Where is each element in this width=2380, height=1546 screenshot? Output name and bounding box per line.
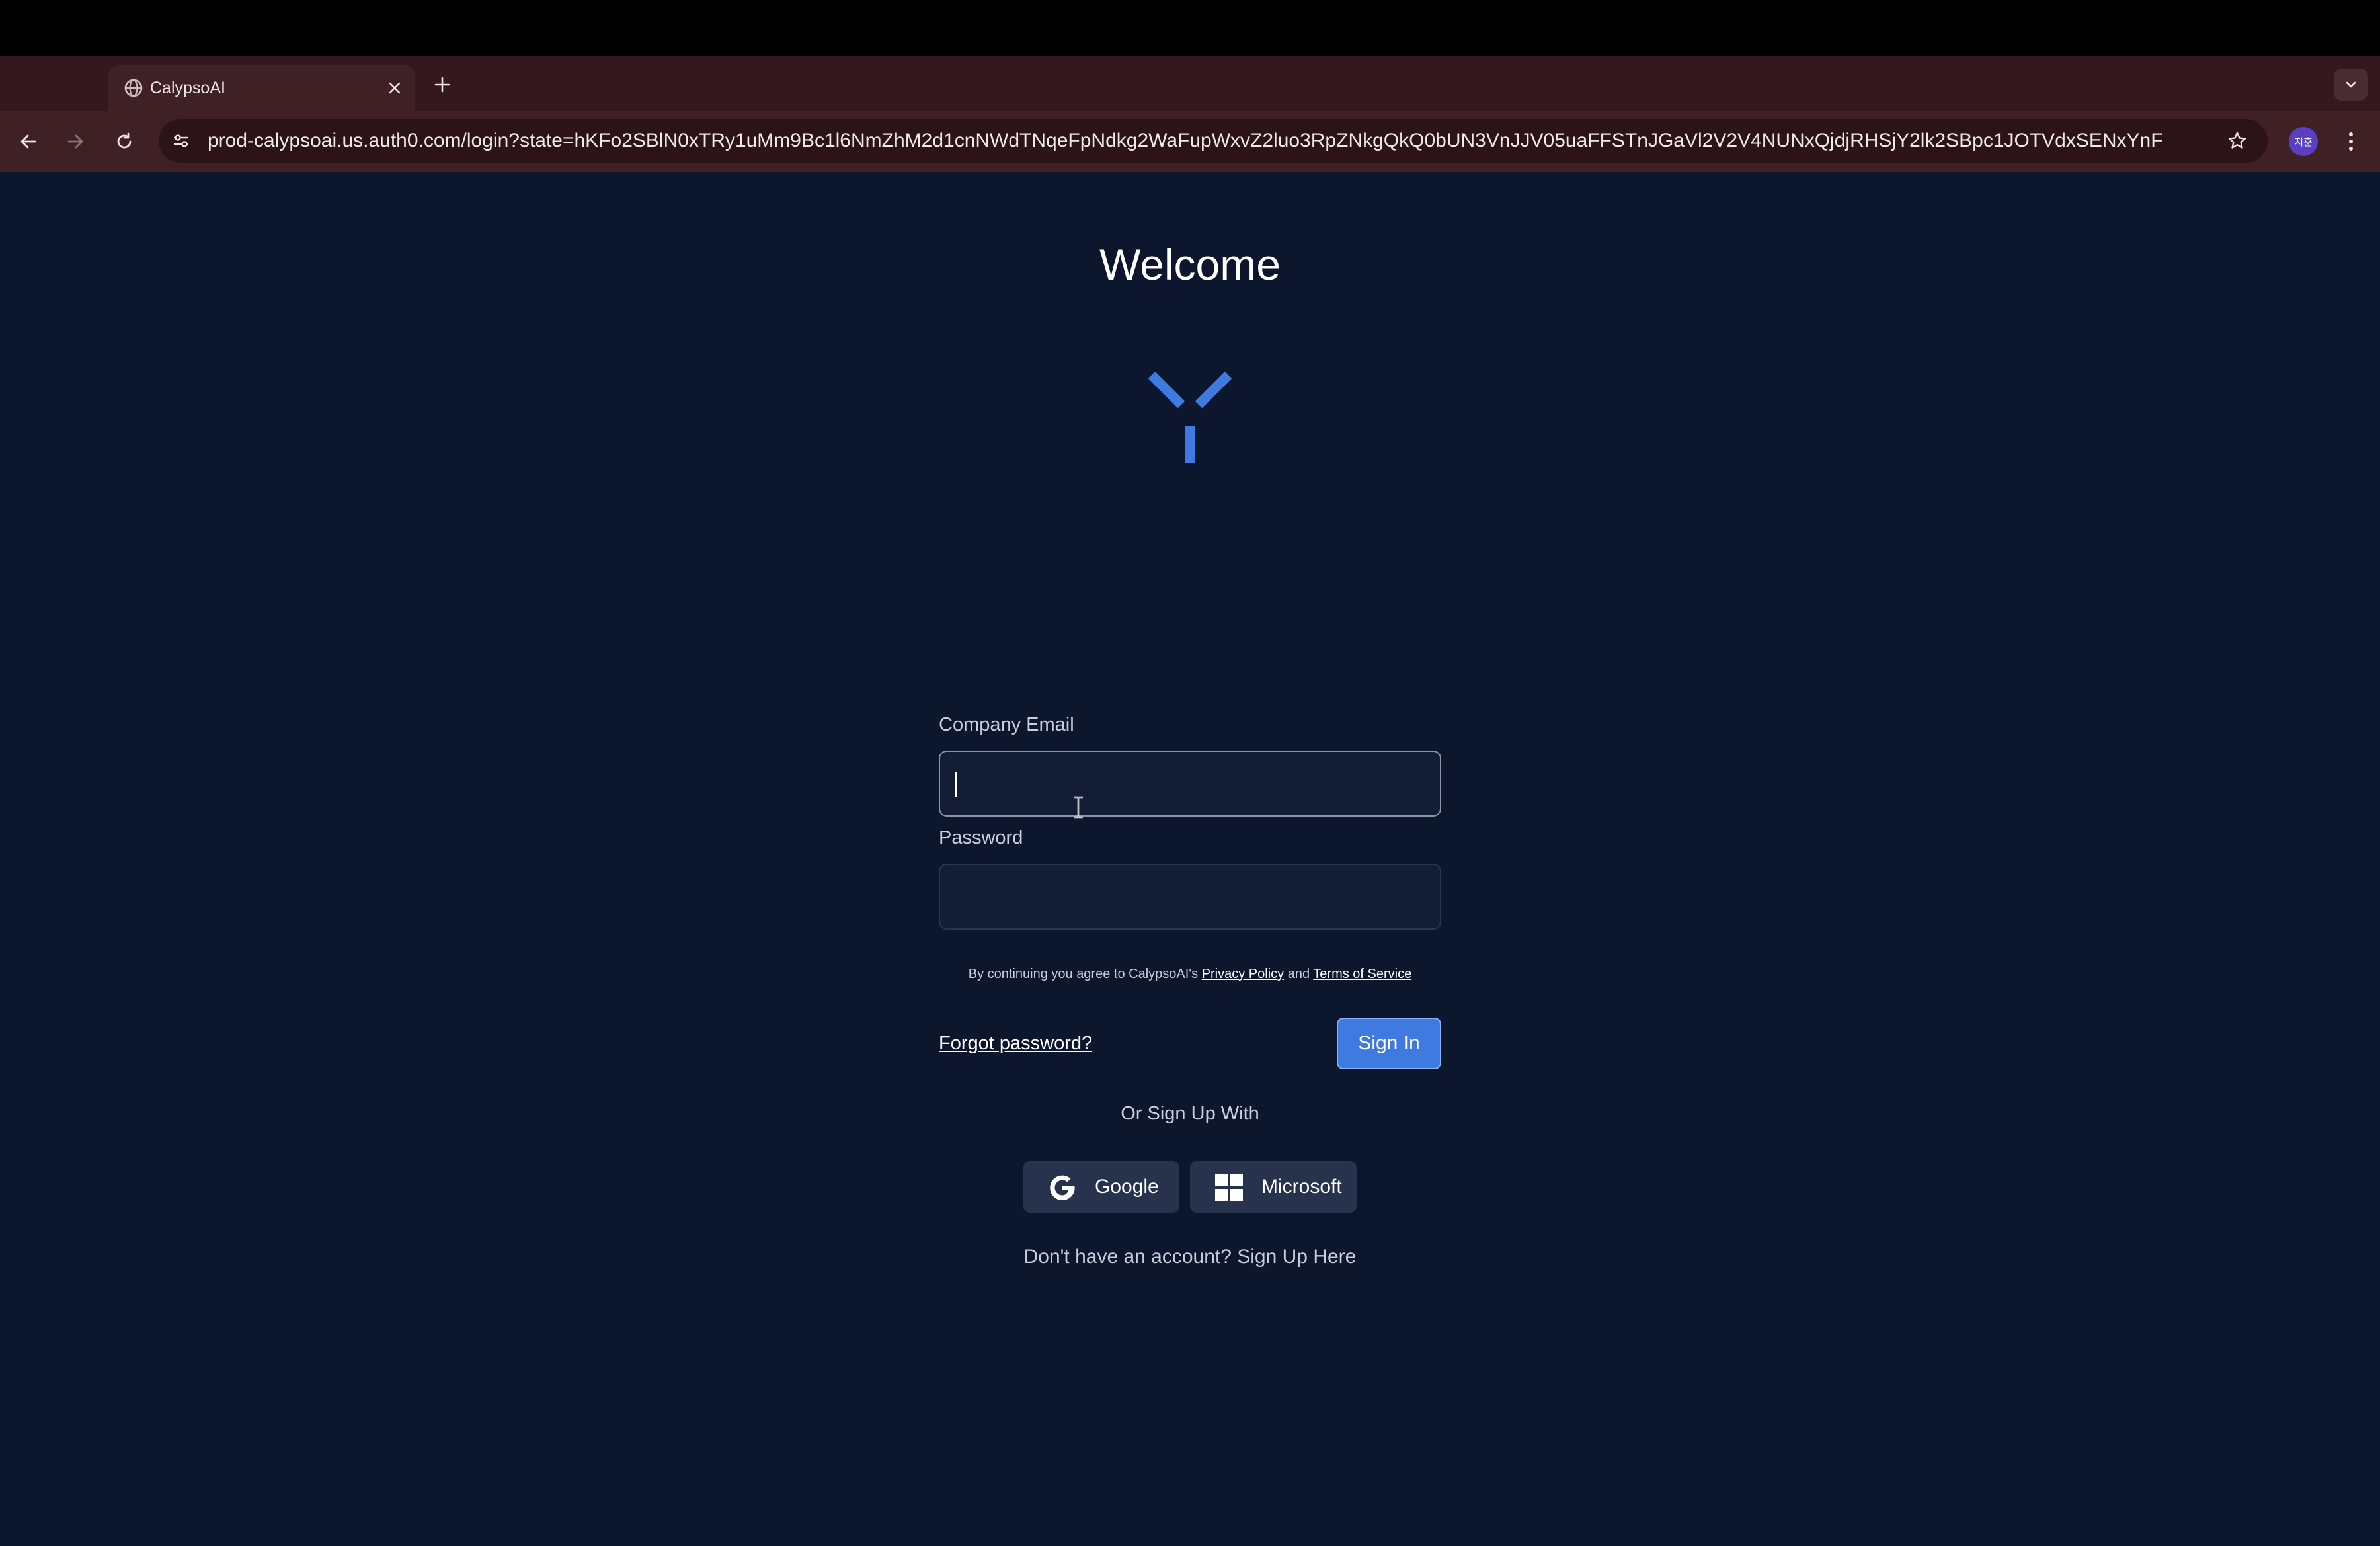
microsoft-sign-up-button[interactable]: Microsoft: [1190, 1161, 1357, 1213]
window-top-bar: [0, 0, 2380, 56]
legal-prefix: By continuing you agree to CalypsoAI's: [968, 967, 1199, 981]
sign-in-button[interactable]: Sign In: [1337, 1018, 1441, 1069]
password-field[interactable]: [939, 864, 1441, 930]
bookmark-star-icon[interactable]: [2223, 126, 2252, 155]
google-label: Google: [1095, 1176, 1159, 1198]
google-sign-up-button[interactable]: Google: [1023, 1161, 1179, 1213]
tab-title: CalypsoAI: [150, 79, 225, 97]
text-caret: [955, 772, 957, 797]
sign-up-link[interactable]: Don't have an account? Sign Up Here: [0, 1246, 2380, 1268]
google-icon: [1050, 1175, 1075, 1201]
sign-up-divider-text: Or Sign Up With: [1121, 1103, 1259, 1124]
back-arrow-icon[interactable]: [11, 124, 46, 159]
legal-notice: By continuing you agree to CalypsoAI's P…: [939, 967, 1441, 982]
terms-of-service-link[interactable]: Terms of Service: [1313, 967, 1411, 981]
chevron-down-icon[interactable]: [2334, 69, 2368, 101]
email-field[interactable]: [939, 751, 1441, 817]
address-bar[interactable]: prod-calypsoai.us.auth0.com/login?state=…: [159, 119, 2268, 163]
microsoft-icon: [1215, 1174, 1243, 1201]
site-settings-icon[interactable]: [168, 128, 194, 154]
avatar-label: 지훈: [2294, 136, 2313, 148]
url-text[interactable]: prod-calypsoai.us.auth0.com/login?state=…: [208, 119, 2164, 163]
privacy-policy-link[interactable]: Privacy Policy: [1202, 967, 1284, 981]
globe-icon: [124, 79, 143, 97]
forward-arrow-icon[interactable]: [58, 124, 93, 159]
profile-avatar[interactable]: 지훈: [2289, 127, 2318, 156]
page-title: Welcome: [1099, 240, 1281, 289]
legal-and: and: [1287, 967, 1310, 981]
text-cursor-icon: [1074, 796, 1083, 819]
new-tab-plus-icon[interactable]: [428, 70, 457, 99]
tab-calypsoai[interactable]: CalypsoAI: [108, 65, 415, 111]
calypsoai-logo-icon: [1148, 371, 1232, 463]
microsoft-label: Microsoft: [1261, 1176, 1342, 1198]
close-icon[interactable]: [381, 75, 408, 101]
password-label: Password: [939, 827, 1023, 848]
forgot-password-link[interactable]: Forgot password?: [939, 1033, 1092, 1055]
email-label: Company Email: [939, 714, 1074, 735]
more-vertical-icon[interactable]: [2338, 126, 2364, 157]
reload-icon[interactable]: [107, 124, 141, 159]
